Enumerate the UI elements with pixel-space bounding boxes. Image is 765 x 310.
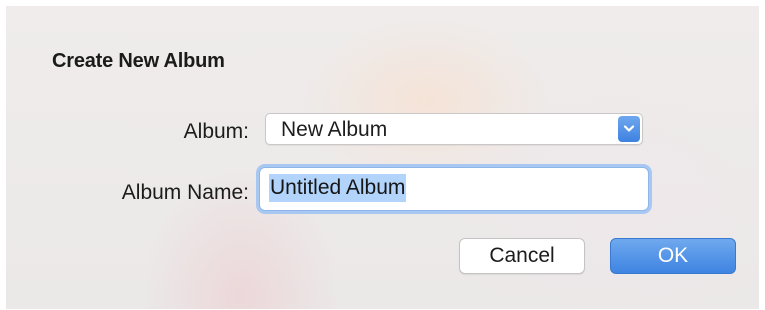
album-name-field[interactable]: Untitled Album [259, 167, 649, 211]
cancel-button[interactable]: Cancel [459, 238, 585, 274]
dropdown-button[interactable] [618, 116, 640, 142]
album-select[interactable]: New Album [265, 113, 643, 145]
create-album-dialog: Create New Album Album: New Album Album … [6, 6, 759, 309]
album-name-value: Untitled Album [269, 174, 407, 202]
page: Create New Album Album: New Album Album … [0, 0, 765, 310]
album-name-label: Album Name: [121, 181, 249, 204]
album-label: Album: [183, 120, 249, 143]
chevron-down-icon [623, 125, 635, 132]
ok-button[interactable]: OK [610, 238, 736, 274]
dialog-title: Create New Album [52, 50, 225, 72]
album-select-value: New Album [281, 118, 388, 141]
selected-text: Untitled Album [269, 174, 407, 202]
